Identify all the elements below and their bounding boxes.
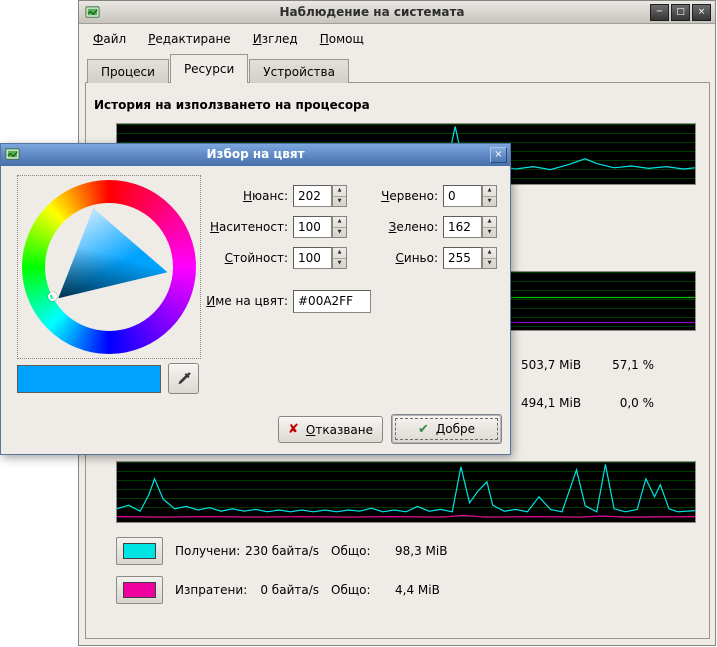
- blue-input[interactable]: 255: [443, 247, 482, 269]
- saturation-input[interactable]: 100: [293, 216, 332, 238]
- red-spin-down-icon[interactable]: ▼: [483, 197, 496, 207]
- red-spinner[interactable]: ▲ ▼: [482, 185, 497, 207]
- value-input[interactable]: 100: [293, 247, 332, 269]
- saturation-label: Наситеност:: [196, 220, 288, 234]
- hue-label: Нюанс:: [196, 189, 288, 203]
- red-input[interactable]: 0: [443, 185, 482, 207]
- blue-spinner[interactable]: ▲ ▼: [482, 247, 497, 269]
- swap-percent: 0,0 %: [562, 396, 654, 410]
- close-button[interactable]: ×: [692, 4, 711, 21]
- sent-rate: 0 байта/s: [224, 583, 319, 597]
- maximize-button[interactable]: □: [671, 4, 690, 21]
- menu-edit[interactable]: Редактиране: [138, 29, 241, 49]
- cancel-x-icon: ✘: [288, 422, 299, 437]
- ok-button-label: Добре: [436, 422, 475, 436]
- green-spin-up-icon[interactable]: ▲: [483, 217, 496, 228]
- value-spin-down-icon[interactable]: ▼: [333, 259, 346, 269]
- saturation-spin-up-icon[interactable]: ▲: [333, 217, 346, 228]
- network-history-chart: [116, 461, 696, 523]
- window-controls: ─ □ ×: [650, 4, 711, 21]
- saturation-spinner[interactable]: ▲ ▼: [332, 216, 347, 238]
- main-titlebar: Наблюдение на системата ─ □ ×: [79, 1, 715, 24]
- blue-spin-down-icon[interactable]: ▼: [483, 259, 496, 269]
- dialog-app-icon: [5, 147, 20, 162]
- green-spin-down-icon[interactable]: ▼: [483, 228, 496, 238]
- value-label: Стойност:: [196, 251, 288, 265]
- ok-check-icon: ✔: [418, 422, 429, 437]
- menu-file[interactable]: Файл: [83, 29, 136, 49]
- blue-label: Синьо:: [346, 251, 438, 265]
- value-spin-up-icon[interactable]: ▲: [333, 248, 346, 259]
- sent-total-label: Общо:: [331, 583, 371, 597]
- color-wheel[interactable]: [17, 175, 201, 359]
- blue-spin-up-icon[interactable]: ▲: [483, 248, 496, 259]
- dialog-close-button[interactable]: ×: [490, 147, 507, 163]
- hue-input[interactable]: 202: [293, 185, 332, 207]
- red-label: Червено:: [346, 189, 438, 203]
- dialog-title: Избор на цвят: [27, 147, 484, 161]
- menu-view[interactable]: Изглед: [243, 29, 308, 49]
- color-name-input[interactable]: #00A2FF: [293, 290, 371, 313]
- tab-resources[interactable]: Ресурси: [170, 54, 248, 83]
- color-selector-marker[interactable]: [48, 292, 57, 301]
- selected-color-preview: [17, 365, 161, 393]
- green-spinner[interactable]: ▲ ▼: [482, 216, 497, 238]
- green-label: Зелено:: [346, 220, 438, 234]
- value-spinner[interactable]: ▲ ▼: [332, 247, 347, 269]
- eyedropper-button[interactable]: [168, 363, 199, 394]
- hue-spinner[interactable]: ▲ ▼: [332, 185, 347, 207]
- window-title: Наблюдение на системата: [109, 5, 635, 19]
- cancel-button-label: Отказване: [306, 423, 373, 437]
- hue-spin-down-icon[interactable]: ▼: [333, 197, 346, 207]
- received-color-swatch: [123, 543, 156, 559]
- ok-button[interactable]: ✔ Добре: [391, 414, 502, 444]
- cpu-history-heading: История на използването на процесора: [94, 98, 370, 112]
- network-chart-svg: [117, 462, 695, 522]
- memory-percent: 57,1 %: [562, 358, 654, 372]
- menu-help[interactable]: Помощ: [310, 29, 374, 49]
- tab-processes[interactable]: Процеси: [87, 59, 169, 83]
- sent-color-swatch: [123, 582, 156, 598]
- cancel-button[interactable]: ✘ Отказване: [278, 416, 383, 443]
- sent-total: 4,4 MiB: [395, 583, 440, 597]
- received-color-button[interactable]: [116, 537, 163, 565]
- received-total: 98,3 MiB: [395, 544, 447, 558]
- menubar: Файл Редактиране Изглед Помощ: [83, 27, 374, 51]
- network-sent-line: [117, 515, 695, 517]
- dialog-titlebar: Избор на цвят ×: [1, 144, 510, 166]
- saturation-spin-down-icon[interactable]: ▼: [333, 228, 346, 238]
- system-monitor-icon: [85, 5, 100, 20]
- color-name-label: Име на цвят:: [186, 294, 288, 308]
- desktop: Наблюдение на системата ─ □ × Файл Редак…: [0, 0, 717, 647]
- network-received-line: [117, 464, 695, 511]
- green-input[interactable]: 162: [443, 216, 482, 238]
- red-spin-up-icon[interactable]: ▲: [483, 186, 496, 197]
- minimize-button[interactable]: ─: [650, 4, 669, 21]
- sent-color-button[interactable]: [116, 576, 163, 604]
- tab-strip: Процеси Ресурси Устройства: [87, 54, 350, 83]
- tab-devices[interactable]: Устройства: [249, 59, 349, 83]
- hue-spin-up-icon[interactable]: ▲: [333, 186, 346, 197]
- eyedropper-icon: [176, 371, 192, 387]
- color-picker-dialog: Избор на цвят × Нюанс: 202 ▲ ▼: [0, 143, 511, 455]
- received-rate: 230 байта/s: [224, 544, 319, 558]
- received-total-label: Общо:: [331, 544, 371, 558]
